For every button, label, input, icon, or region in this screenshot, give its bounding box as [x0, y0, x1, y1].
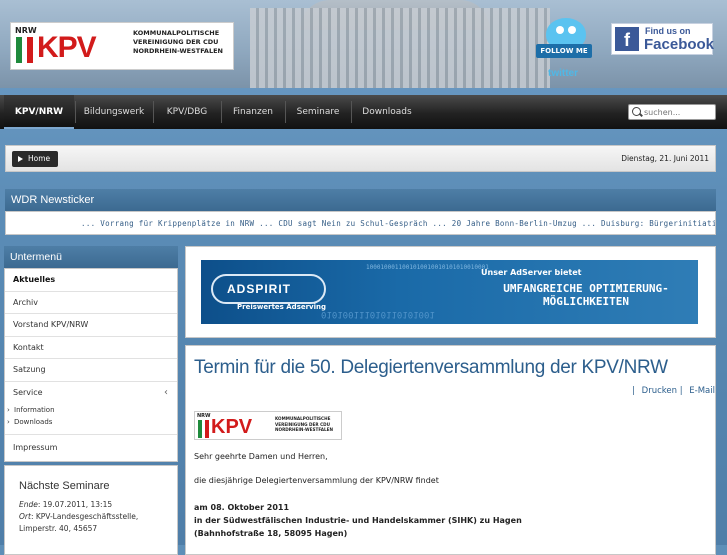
banner-tagline: UMFANGREICHE OPTIMIERUNG-MÖGLICHKEITEN	[503, 282, 669, 308]
chevron-left-icon[interactable]: ‹	[164, 382, 168, 404]
submenu-subitem-information[interactable]: Information	[5, 404, 177, 416]
article-address: (Bahnhofstraße 18, 58095 Hagen)	[194, 529, 348, 538]
newsticker-title: WDR Newsticker	[5, 189, 716, 211]
submenu-item-vorstand[interactable]: Vorstand KPV/NRW	[5, 314, 177, 337]
facebook-button[interactable]: f Find us on Facebook	[611, 23, 715, 55]
submenu-item-kontakt[interactable]: Kontakt	[5, 337, 177, 359]
search-icon	[632, 107, 641, 116]
submenu-item-archiv[interactable]: Archiv	[5, 292, 177, 314]
article-date: am 08. Oktober 2011	[194, 503, 290, 512]
site-header: NRW KPV KOMMUNALPOLITISCHE VEREINIGUNG D…	[0, 0, 727, 88]
nrw-flag-icon	[16, 37, 34, 63]
article-kpv-logo: NRW KPV KOMMUNALPOLITISCHE VEREINIGUNG D…	[194, 411, 342, 440]
nav-kpv-dbg[interactable]: KPV/DBG	[154, 95, 220, 129]
twitter-follow-button[interactable]: FOLLOW ME twitter	[534, 18, 600, 84]
twitter-wordmark: twitter	[548, 68, 578, 79]
adspirit-logo: ADSPIRIT	[211, 274, 326, 304]
facebook-line1: Find us on	[645, 26, 691, 36]
newsticker[interactable]: ... Vorrang für Krippenplätze in NRW ...…	[5, 211, 716, 235]
nav-seminare[interactable]: Seminare	[286, 95, 350, 129]
submenu-service-group: Service ‹ Information Downloads	[5, 382, 177, 435]
facebook-icon: f	[615, 27, 639, 51]
submenu-subitem-downloads[interactable]: Downloads	[5, 416, 177, 428]
newsticker-text[interactable]: ... Vorrang für Krippenplätze in NRW ...…	[81, 219, 715, 228]
banner-binary: 1000100011001010010010101010010001	[366, 264, 489, 271]
banner-brand-subtitle: Preiswertes Adserving	[237, 303, 327, 311]
submenu: Aktuelles Archiv Vorstand KPV/NRW Kontak…	[4, 268, 178, 462]
banner-binary-reflection: 010100111010110101001	[321, 309, 435, 319]
logo-kpv: KPV	[37, 31, 97, 64]
submenu-item-service[interactable]: Service ‹	[5, 382, 177, 405]
breadcrumb-home-button[interactable]: Home	[12, 151, 59, 167]
current-date: Dienstag, 21. Juni 2011	[621, 154, 709, 163]
submenu-service-label: Service	[13, 387, 43, 397]
seminar-address: Limperstr. 40, 45657	[19, 524, 98, 533]
email-link[interactable]: E-Mail	[689, 386, 715, 396]
next-seminars-title: Nächste Seminare	[19, 480, 110, 492]
breadcrumb: Home Dienstag, 21. Juni 2011	[5, 145, 716, 172]
logo-subtitle: KOMMUNALPOLITISCHE VEREINIGUNG DER CDU N…	[133, 29, 223, 55]
nav-downloads[interactable]: Downloads	[352, 95, 422, 129]
nav-finanzen[interactable]: Finanzen	[222, 95, 284, 129]
submenu-title: Untermenü	[4, 246, 178, 268]
article-greeting: Sehr geehrte Damen und Herren,	[194, 452, 328, 461]
search-box[interactable]	[628, 104, 716, 120]
banner-headline: Unser AdServer bietet	[481, 268, 582, 277]
article: Termin für die 50. Delegiertenversammlun…	[185, 345, 716, 555]
article-tools: | Drucken | E-Mail	[632, 386, 715, 396]
landtag-building-image	[250, 8, 550, 88]
nrw-flag-icon	[198, 420, 210, 438]
print-link[interactable]: Drucken	[642, 386, 677, 396]
logo-nrw: NRW	[15, 26, 37, 35]
submenu-item-impressum[interactable]: Impressum	[5, 435, 177, 461]
seminar-end: Ende: 19.07.2011, 13:15	[19, 500, 113, 509]
nav-kpv-nrw[interactable]: KPV/NRW	[4, 95, 74, 129]
article-place: in der Südwestfälischen Industrie- und H…	[194, 516, 522, 525]
page: NRW KPV KOMMUNALPOLITISCHE VEREINIGUNG D…	[0, 0, 727, 555]
nav-bildungswerk[interactable]: Bildungswerk	[76, 95, 152, 129]
next-seminars-box: Nächste Seminare Ende: 19.07.2011, 13:15…	[4, 465, 178, 555]
facebook-line2: Facebook	[644, 36, 715, 53]
article-title[interactable]: Termin für die 50. Delegiertenversammlun…	[194, 357, 668, 379]
seminar-location: Ort: KPV-Landesgeschäftsstelle,	[19, 512, 139, 521]
follow-me-label: FOLLOW ME	[536, 44, 592, 58]
article-intro: die diesjährige Delegiertenversammlung d…	[194, 476, 439, 485]
main-nav: KPV/NRW Bildungswerk KPV/DBG Finanzen Se…	[0, 95, 727, 129]
adspirit-banner[interactable]: 1000100011001010010010101010010001 01010…	[201, 260, 698, 324]
search-input[interactable]	[644, 106, 714, 118]
ad-container: 1000100011001010010010101010010001 01010…	[185, 246, 716, 338]
submenu-item-satzung[interactable]: Satzung	[5, 359, 177, 382]
submenu-item-aktuelles[interactable]: Aktuelles	[5, 269, 177, 292]
kpv-logo[interactable]: NRW KPV KOMMUNALPOLITISCHE VEREINIGUNG D…	[10, 22, 234, 70]
